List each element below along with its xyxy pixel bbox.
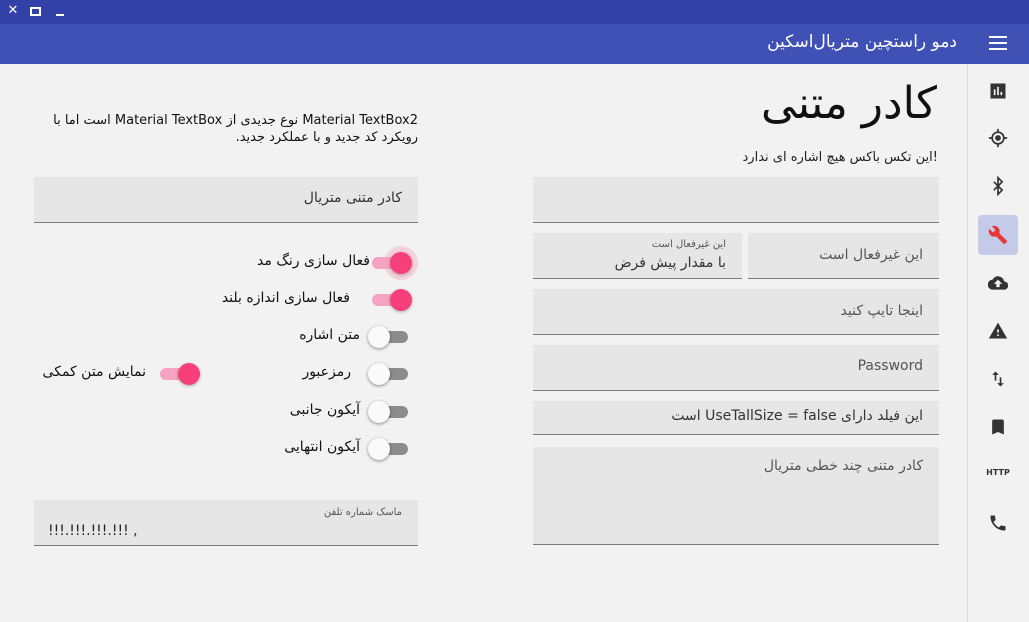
phone-mask-label: ماسک شماره تلفن <box>323 507 402 518</box>
tall-size-switch[interactable] <box>368 287 412 313</box>
window-title-bar: ✕ <box>0 0 1029 24</box>
phone-icon <box>990 515 1006 531</box>
wrench-icon <box>988 225 1008 245</box>
app-title: دمو راستچین متریال‌اسکین <box>767 32 957 52</box>
disabled-textbox: این غیرفعال است <box>748 233 939 279</box>
disabled-default-label: این غیرفعال است <box>651 239 726 250</box>
phone-mask-input[interactable]: ماسک شماره تلفن !!!.!!!.!!!.!!! , <box>34 500 418 546</box>
trailing-icon-switch[interactable] <box>368 436 412 462</box>
type-here-input[interactable]: اینجا تایپ کنید <box>533 289 939 335</box>
bluetooth-icon <box>993 176 1004 196</box>
gps-target-icon <box>988 128 1008 148</box>
http-icon: HTTP <box>986 468 1010 477</box>
multiline-placeholder: کادر متنی چند خطی متریال <box>763 458 923 474</box>
disabled-textbox-text: این غیرفعال است <box>819 247 923 263</box>
app-bar: دمو راستچین متریال‌اسکین <box>0 24 1029 64</box>
nav-item-charts[interactable] <box>978 71 1018 111</box>
toggle-row-tall-size: فعال سازی اندازه بلند <box>220 287 430 313</box>
nav-item-upload[interactable] <box>978 263 1018 303</box>
nav-item-bookmark[interactable] <box>978 407 1018 447</box>
swap-vertical-icon <box>992 371 1004 387</box>
empty-textbox[interactable] <box>533 177 939 223</box>
password-input[interactable]: Password <box>533 345 939 391</box>
type-here-placeholder: اینجا تایپ کنید <box>840 303 923 319</box>
minimize-icon <box>56 14 64 16</box>
bar-chart-icon <box>990 83 1006 99</box>
disabled-default-textbox: این غیرفعال است با مقدار پیش فرض <box>533 233 742 279</box>
cloud-upload-icon <box>988 276 1008 290</box>
textbox2-description: Material TextBox2 نوع جدیدی از Material … <box>53 113 418 145</box>
bookmark-icon <box>992 419 1004 435</box>
warning-icon <box>988 322 1008 339</box>
nav-item-phone[interactable] <box>978 503 1018 543</box>
material-textbox[interactable]: کادر متنی متریال <box>34 177 418 223</box>
nav-item-http[interactable]: HTTP <box>978 455 1018 495</box>
password-toggle-label: رمزعبور <box>302 364 351 380</box>
nav-item-warning[interactable] <box>978 311 1018 351</box>
leading-icon-label: آیکون جانبی <box>289 402 360 418</box>
nav-item-textbox[interactable] <box>978 215 1018 255</box>
maximize-icon <box>30 7 41 16</box>
toggle-row-password: رمزعبور <box>300 361 430 387</box>
multiline-textbox[interactable]: کادر متنی چند خطی متریال <box>533 447 939 545</box>
color-mode-label: فعال سازی رنگ مد <box>257 253 370 269</box>
nav-item-location[interactable] <box>978 118 1018 158</box>
window-maximize-button[interactable] <box>27 2 45 20</box>
window-close-button[interactable]: ✕ <box>4 2 22 20</box>
short-textbox[interactable]: این فیلد دارای UseTallSize = false است <box>533 401 939 435</box>
helper-text-label: نمایش متن کمکی <box>42 364 146 380</box>
phone-mask-value: !!!.!!!.!!!.!!! , <box>48 523 138 539</box>
material-textbox-text: کادر متنی متریال <box>303 190 402 206</box>
helper-text-switch[interactable] <box>156 361 200 387</box>
toggle-row-trailing-icon: آیکون انتهایی <box>260 436 430 462</box>
short-textbox-text: این فیلد دارای UseTallSize = false است <box>671 408 923 424</box>
toggle-row-color-mode: فعال سازی رنگ مد <box>240 246 430 280</box>
disabled-default-value: با مقدار پیش فرض <box>614 255 726 271</box>
nav-item-transfer[interactable] <box>978 359 1018 399</box>
window-minimize-button[interactable] <box>52 2 70 20</box>
hint-text-switch[interactable] <box>368 324 412 350</box>
hint-text-label: متن اشاره <box>299 327 360 343</box>
page-title: کادر متنی <box>761 78 937 129</box>
toggle-row-leading-icon: آیکون جانبی <box>270 399 430 425</box>
toggle-row-helper-text: نمایش متن کمکی <box>30 361 200 387</box>
nav-item-bluetooth[interactable] <box>978 166 1018 206</box>
password-placeholder: Password <box>857 358 923 374</box>
color-mode-switch[interactable] <box>368 246 418 280</box>
toggle-row-hint-text: متن اشاره <box>290 324 430 350</box>
hamburger-menu-icon[interactable] <box>989 36 1007 50</box>
leading-icon-switch[interactable] <box>368 399 412 425</box>
tall-size-label: فعال سازی اندازه بلند <box>221 290 350 306</box>
side-navigation-rail: HTTP <box>967 64 1029 622</box>
trailing-icon-label: آیکون انتهایی <box>284 439 360 455</box>
password-switch[interactable] <box>368 361 412 387</box>
hint-text: !این تکس باکس هیچ اشاره ای ندارد <box>742 150 938 165</box>
